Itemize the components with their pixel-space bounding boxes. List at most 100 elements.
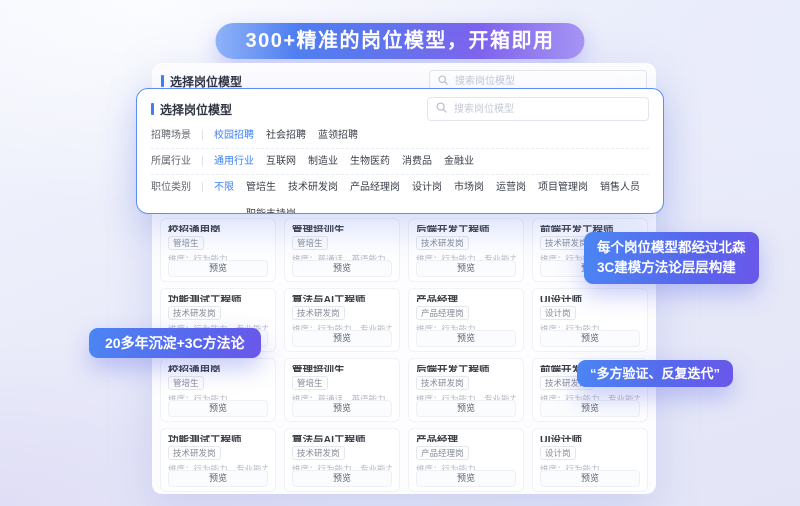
preview-button[interactable]: 预览 [292,330,392,347]
filter-options: 互联网制造业生物医药消费品金融业 [266,155,649,168]
card-title: UI设计师 [540,435,640,442]
card-category-tag: 技术研发岗 [416,236,469,250]
card-category-tag: 技术研发岗 [292,306,345,320]
title-accent-bar [161,75,164,87]
filter-option[interactable]: 产品经理岗 [350,181,400,194]
page-background: 300+精准的岗位模型，开箱即用 选择岗位模型 校招通用岗 管培生 维度：行为能… [0,0,800,506]
card-category-tag: 产品经理岗 [416,446,469,460]
filter-options: 管培生技术研发岗产品经理岗设计岗市场岗运营岗项目管理岗销售人员职能支持岗 [246,181,649,214]
filter-label: 职位类别 [151,181,191,194]
model-card: 校招通用岗 管培生 维度：行为能力 预览 [160,358,276,422]
card-category-tag: 管培生 [168,236,204,250]
filter-option[interactable]: 蓝领招聘 [318,129,358,142]
filter-option[interactable]: 金融业 [444,155,474,168]
callout-methodology: 每个岗位模型都经过北森 3C建模方法论层层构建 [584,232,759,284]
model-picker-popup: 选择岗位模型 招聘场景 校园招聘 社会招聘蓝领招聘 所属行业 通用行业 互联网制… [136,88,664,214]
preview-button[interactable]: 预览 [416,330,516,347]
card-title: 产品经理 [416,435,516,442]
search-icon [436,100,447,118]
model-card: 管理培训生 管培生 维度：普通话、英语能力、行为能力 预览 [284,358,400,422]
preview-button[interactable]: 预览 [416,470,516,487]
card-category-tag: 设计岗 [540,306,576,320]
preview-button[interactable]: 预览 [540,400,640,417]
preview-button[interactable]: 预览 [416,260,516,277]
divider [202,156,203,166]
filter-option[interactable]: 技术研发岗 [288,181,338,194]
preview-button[interactable]: 预览 [168,470,268,487]
model-card: UI设计师 设计岗 维度：行为能力 预览 [532,288,648,352]
page-title-text: 选择岗位模型 [170,73,242,90]
card-title: 后端开发工程师 [416,365,516,372]
preview-button[interactable]: 预览 [292,400,392,417]
filter-option[interactable]: 设计岗 [412,181,442,194]
card-title: 算法与AI工程师 [292,435,392,442]
preview-button[interactable]: 预览 [540,470,640,487]
model-card: 产品经理 产品经理岗 维度：行为能力 预览 [408,428,524,492]
filter-row-industry: 所属行业 通用行业 互联网制造业生物医药消费品金融业 [151,149,649,175]
card-category-tag: 技术研发岗 [292,446,345,460]
preview-button[interactable]: 预览 [292,260,392,277]
card-title: 功能测试工程师 [168,435,268,442]
card-category-tag: 管培生 [292,236,328,250]
card-title: 管理培训生 [292,365,392,372]
filter-row-scene: 招聘场景 校园招聘 社会招聘蓝领招聘 [151,123,649,149]
divider [202,182,203,192]
preview-button[interactable]: 预览 [416,400,516,417]
filter-option[interactable]: 运营岗 [496,181,526,194]
card-category-tag: 技术研发岗 [416,376,469,390]
filter-options: 社会招聘蓝领招聘 [266,129,649,142]
model-card: 算法与AI工程师 技术研发岗 维度：行为能力、专业能力 预览 [284,288,400,352]
card-title: 校招通用岗 [168,225,268,232]
title-accent-bar [151,103,154,115]
card-category-tag: 设计岗 [540,446,576,460]
preview-button[interactable]: 预览 [540,330,640,347]
model-card: 管理培训生 管培生 维度：普通话、英语能力、行为能力 预览 [284,218,400,282]
card-title: 管理培训生 [292,225,392,232]
card-title: 前端开发工程师 [540,225,640,232]
filter-option[interactable]: 生物医药 [350,155,390,168]
model-card: UI设计师 设计岗 维度：行为能力 预览 [532,428,648,492]
card-category-tag: 管培生 [168,376,204,390]
card-category-tag: 技术研发岗 [168,446,221,460]
popup-search-box[interactable] [427,97,649,121]
model-card: 产品经理 产品经理岗 维度：行为能力 预览 [408,288,524,352]
search-input[interactable] [453,75,638,88]
filter-option-selected[interactable]: 校园招聘 [214,129,254,142]
filter-option[interactable]: 消费品 [402,155,432,168]
filter-option[interactable]: 管培生 [246,181,276,194]
popup-search-input[interactable] [452,103,640,116]
card-title: 产品经理 [416,295,516,302]
filter-option[interactable]: 项目管理岗 [538,181,588,194]
filter-option[interactable]: 销售人员 [600,181,640,194]
filter-option[interactable]: 社会招聘 [266,129,306,142]
model-card: 功能测试工程师 技术研发岗 维度：行为能力、专业能力 预览 [160,428,276,492]
filter-option[interactable]: 市场岗 [454,181,484,194]
card-title: 校招通用岗 [168,365,268,372]
popup-header: 选择岗位模型 [151,97,649,121]
filter-option[interactable]: 职能支持岗 [246,208,296,214]
model-card: 后端开发工程师 技术研发岗 维度：行为能力、专业能力 预览 [408,358,524,422]
callout-line: 3C建模方法论层层构建 [597,258,746,278]
divider [202,130,203,140]
model-card: 后端开发工程师 技术研发岗 维度：行为能力、专业能力 预览 [408,218,524,282]
card-category-tag: 技术研发岗 [168,306,221,320]
card-title: 功能测试工程师 [168,295,268,302]
card-category-tag: 产品经理岗 [416,306,469,320]
popup-title-text: 选择岗位模型 [160,101,232,118]
callout-experience: 20多年沉淀+3C方法论 [89,328,261,358]
callout-line: 每个岗位模型都经过北森 [597,238,746,258]
model-card: 校招通用岗 管培生 维度：行为能力 预览 [160,218,276,282]
card-title: 后端开发工程师 [416,225,516,232]
filter-label: 所属行业 [151,155,191,168]
filter-option-selected[interactable]: 不限 [214,181,234,194]
popup-title: 选择岗位模型 [151,101,232,118]
preview-button[interactable]: 预览 [168,260,268,277]
callout-validation: “多方验证、反复迭代” [577,360,733,387]
card-title: UI设计师 [540,295,640,302]
page-title: 选择岗位模型 [161,73,242,90]
filter-option[interactable]: 互联网 [266,155,296,168]
preview-button[interactable]: 预览 [168,400,268,417]
filter-option[interactable]: 制造业 [308,155,338,168]
filter-option-selected[interactable]: 通用行业 [214,155,254,168]
preview-button[interactable]: 预览 [292,470,392,487]
